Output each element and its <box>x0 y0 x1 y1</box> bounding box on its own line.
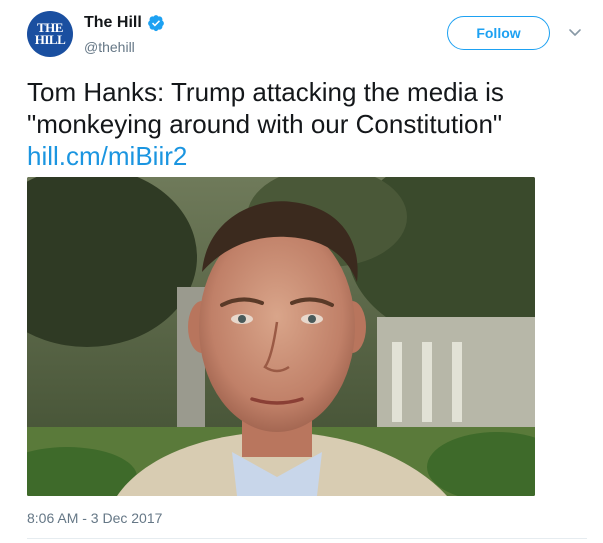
author-name-row: The Hill <box>84 14 165 32</box>
avatar[interactable]: THE HILL <box>27 11 73 57</box>
tweet-text: Tom Hanks: Trump attacking the media is … <box>27 76 587 172</box>
verified-badge-icon <box>147 15 164 32</box>
divider <box>27 538 587 539</box>
follow-button[interactable]: Follow <box>447 16 550 50</box>
display-name[interactable]: The Hill <box>84 14 142 32</box>
author-handle[interactable]: @thehill <box>84 39 135 55</box>
tweet-media-image[interactable] <box>27 177 535 496</box>
tweet-text-line2: "monkeying around with our Constitution" <box>27 109 503 139</box>
tweet-text-line1: Tom Hanks: Trump attacking the media is <box>27 77 504 107</box>
tweet-card: THE HILL The Hill @thehill Follow Tom Ha… <box>0 0 603 543</box>
tweet-link[interactable]: hill.cm/miBiir2 <box>27 141 187 171</box>
chevron-down-icon[interactable] <box>568 28 582 38</box>
media-photo-illustration <box>27 177 535 496</box>
tweet-timestamp[interactable]: 8:06 AM - 3 Dec 2017 <box>27 510 162 526</box>
avatar-text-line2: HILL <box>34 32 66 47</box>
